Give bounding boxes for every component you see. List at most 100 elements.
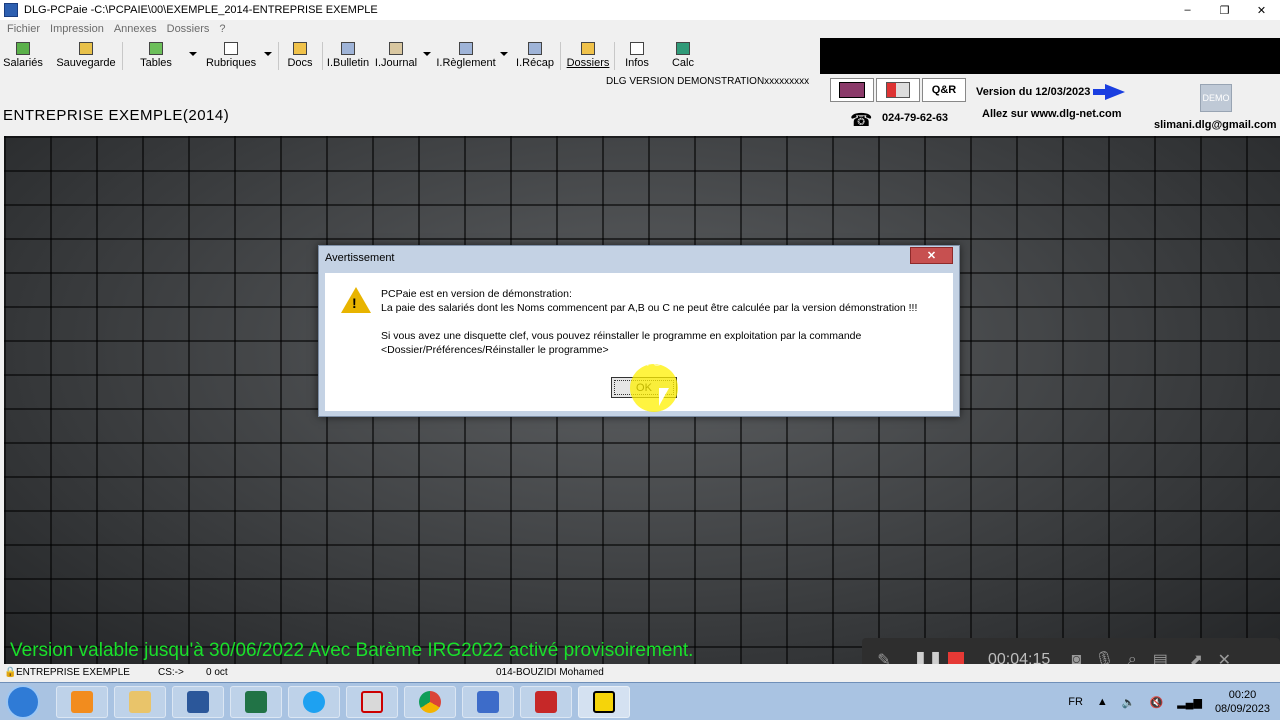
print-recap-icon xyxy=(528,42,542,55)
network-app-icon xyxy=(477,691,499,713)
dialog-message-line1: PCPaie est en version de démonstration: xyxy=(381,288,572,300)
toolbar-ireglement-button[interactable]: I.Règlement xyxy=(436,40,496,72)
user-help-icon xyxy=(886,82,910,98)
dialog-message-line2: La paie des salariés dont les Noms comme… xyxy=(381,302,918,314)
clock[interactable]: 00:20 08/09/2023 xyxy=(1215,688,1270,716)
taskbar-excel[interactable] xyxy=(230,686,282,718)
toolbar-salaries-button[interactable]: Salariés xyxy=(3,40,43,72)
menu-impression[interactable]: Impression xyxy=(45,23,109,35)
arrow-right-icon-head xyxy=(1105,84,1125,100)
recorder-watermark: Recorded with iTop Screen Recorder xyxy=(456,350,768,370)
menu-annexes[interactable]: Annexes xyxy=(109,23,162,35)
internet-explorer-icon xyxy=(303,691,325,713)
speaker-icon[interactable]: 🔈 xyxy=(1122,696,1136,709)
print-reglement-icon xyxy=(459,42,473,55)
website-link[interactable]: Allez sur www.dlg-net.com xyxy=(982,108,1122,120)
status-cs: CS:-> xyxy=(158,667,184,678)
clock-time: 00:20 xyxy=(1228,689,1257,701)
toolbar-calc-button[interactable]: Calc xyxy=(670,40,696,72)
language-indicator[interactable]: FR xyxy=(1068,696,1083,708)
dialog-message-line3: Si vous avez une disquette clef, vous po… xyxy=(381,330,862,342)
taskbar: FR ▲ 🔈 🔇 ▂▄▆ 00:20 08/09/2023 xyxy=(0,682,1280,720)
app-icon xyxy=(4,3,18,17)
status-bar: 🔒 ENTREPRISE EXEMPLE CS:-> 0 oct 014-BOU… xyxy=(0,664,1280,682)
dialog-close-button[interactable]: ✕ xyxy=(910,247,953,264)
taskbar-pdf[interactable] xyxy=(346,686,398,718)
dialog-title: Avertissement xyxy=(325,252,395,264)
toolbar-tables-button[interactable]: Tables xyxy=(138,40,174,72)
demo-version-banner: DLG VERSION DEMONSTRATIONxxxxxxxxx xyxy=(606,76,810,87)
toolbar-infos-button[interactable]: Infos xyxy=(624,40,650,72)
menu-dossiers[interactable]: Dossiers xyxy=(162,23,215,35)
print-journal-icon xyxy=(389,42,403,55)
excel-icon xyxy=(245,691,267,713)
version-text: Version du 12/03/2023 xyxy=(976,86,1091,98)
menu-help[interactable]: ? xyxy=(214,23,230,35)
clock-date: 08/09/2023 xyxy=(1214,703,1270,715)
taskbar-chrome[interactable] xyxy=(404,686,456,718)
employees-icon xyxy=(16,42,30,55)
warning-icon-mark: ! xyxy=(352,295,357,311)
toolbar-ibulletin-button[interactable]: I.Bulletin xyxy=(327,40,369,72)
print-bulletin-icon xyxy=(341,42,355,55)
tables-icon xyxy=(149,42,163,55)
pdf-icon xyxy=(361,691,383,713)
folders-icon xyxy=(581,42,595,55)
toolbar-separator xyxy=(278,42,279,70)
toolbar-docs-button[interactable]: Docs xyxy=(286,40,314,72)
media-player-icon xyxy=(71,691,93,713)
toolbar-ijournal-button[interactable]: I.Journal xyxy=(375,40,417,72)
menu-bar: Fichier Impression Annexes Dossiers ? xyxy=(0,20,1280,38)
maximize-button[interactable]: ❐ xyxy=(1206,0,1243,20)
save-icon xyxy=(79,42,93,55)
tables-dropdown-icon[interactable] xyxy=(189,52,197,56)
lock-icon: 🔒 xyxy=(4,667,17,678)
book-button[interactable] xyxy=(830,78,874,102)
folder-icon xyxy=(129,691,151,713)
dialog-titlebar: Avertissement ✕ xyxy=(319,246,959,270)
taskbar-network-app[interactable] xyxy=(462,686,514,718)
qr-button[interactable]: Q&R xyxy=(922,78,966,102)
system-tray: FR ▲ 🔈 🔇 ▂▄▆ 00:20 08/09/2023 xyxy=(1061,683,1280,720)
toolbar: Salariés Sauvegarde Tables Rubriques Doc… xyxy=(0,38,820,74)
taskbar-media-player[interactable] xyxy=(56,686,108,718)
taskbar-screen-recorder[interactable] xyxy=(520,686,572,718)
toolbar-separator xyxy=(560,42,561,70)
rubriques-dropdown-icon[interactable] xyxy=(264,52,272,56)
folder-icon xyxy=(293,42,307,55)
calculator-icon xyxy=(676,42,690,55)
toolbar-dossiers-button[interactable]: Dossiers xyxy=(567,40,609,72)
menu-fichier[interactable]: Fichier xyxy=(2,23,45,35)
taskbar-pcpaie[interactable] xyxy=(578,686,630,718)
close-button[interactable]: ✕ xyxy=(1243,0,1280,20)
network-signal-icon[interactable]: ▂▄▆ xyxy=(1177,696,1202,709)
toolbar-irecap-button[interactable]: I.Récap xyxy=(516,40,554,72)
window-title: DLG-PCPaie -C:\PCPAIE\00\EXEMPLE_2014-EN… xyxy=(24,4,378,16)
demo-badge: DEMO xyxy=(1200,84,1232,112)
reglement-dropdown-icon[interactable] xyxy=(500,52,508,56)
screen-recorder-icon xyxy=(535,691,557,713)
start-button[interactable] xyxy=(6,685,40,719)
cursor-highlight xyxy=(630,364,678,412)
status-company: ENTREPRISE EXEMPLE xyxy=(16,667,130,678)
taskbar-internet-explorer[interactable] xyxy=(288,686,340,718)
email-link[interactable]: slimani.dlg@gmail.com xyxy=(1154,119,1277,131)
book-icon xyxy=(839,82,865,98)
show-hidden-icons-icon[interactable]: ▲ xyxy=(1097,696,1108,708)
journal-dropdown-icon[interactable] xyxy=(423,52,431,56)
chrome-icon xyxy=(419,691,441,713)
volume-mute-icon[interactable]: 🔇 xyxy=(1150,696,1164,709)
toolbar-rubriques-button[interactable]: Rubriques xyxy=(206,40,256,72)
toolbar-separator xyxy=(122,42,123,70)
user-help-button[interactable] xyxy=(876,78,920,102)
taskbar-explorer[interactable] xyxy=(114,686,166,718)
toolbar-sauvegarde-button[interactable]: Sauvegarde xyxy=(56,40,116,72)
taskbar-word[interactable] xyxy=(172,686,224,718)
toolbar-separator xyxy=(322,42,323,70)
version-validity-banner: Version valable jusqu'à 30/06/2022 Avec … xyxy=(10,640,694,661)
toolbar-separator xyxy=(614,42,615,70)
minimize-button[interactable]: – xyxy=(1169,0,1206,20)
window-titlebar: DLG-PCPaie -C:\PCPAIE\00\EXEMPLE_2014-EN… xyxy=(0,0,1280,20)
status-size: 0 oct xyxy=(206,667,228,678)
rubriques-icon xyxy=(224,42,238,55)
